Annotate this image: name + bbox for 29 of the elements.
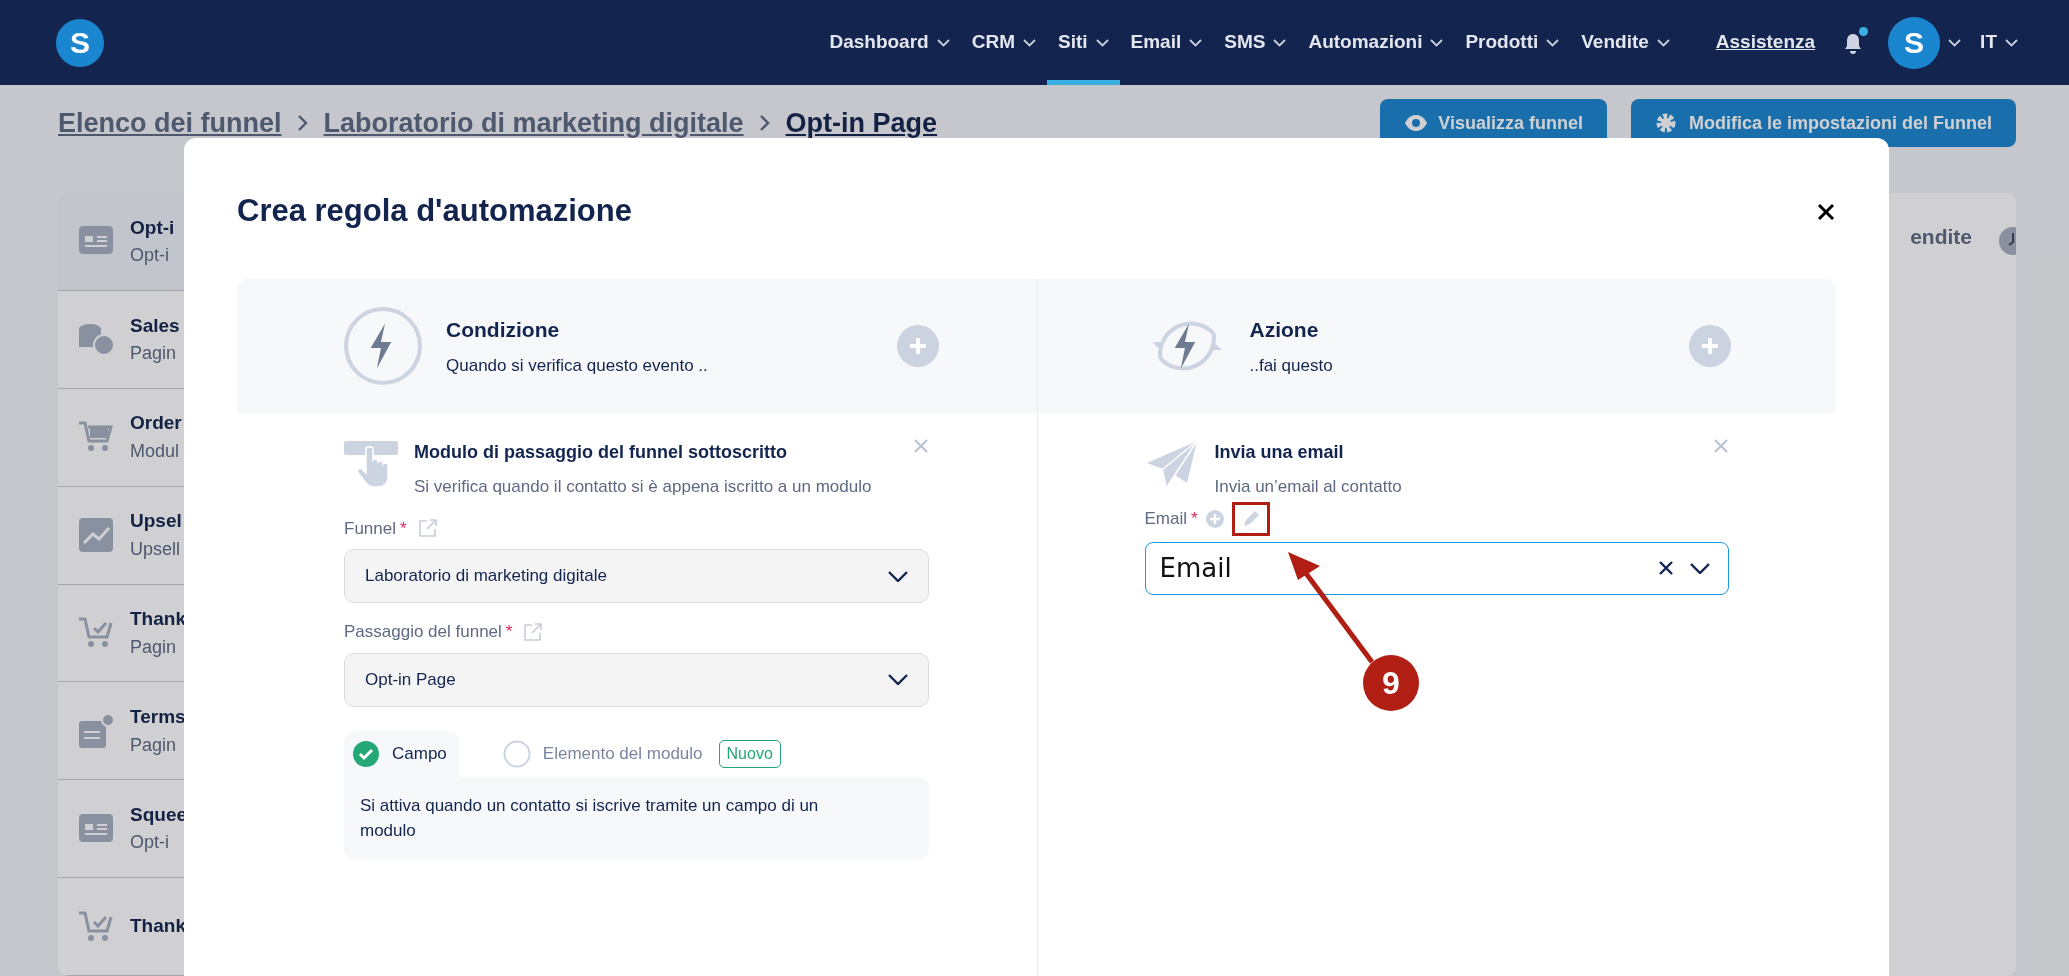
step-subtitle: Pagin bbox=[130, 733, 178, 757]
column-title: Condizione bbox=[446, 316, 561, 343]
field-label: Passaggio del funnel * bbox=[344, 621, 513, 644]
step-title: Squee bbox=[130, 802, 188, 827]
item-description: Si verifica quando il contatto si è appena iscritto a un modulo bbox=[414, 476, 873, 499]
step-subtitle: Upsell bbox=[130, 537, 182, 561]
step-subtitle: Modul bbox=[130, 439, 181, 463]
step-title: Upsel bbox=[130, 509, 182, 534]
step-title: Thank bbox=[130, 607, 186, 632]
column-subtitle: ..fai questo bbox=[1249, 355, 1333, 378]
item-title: Invia una email bbox=[1214, 441, 1345, 465]
item-description: Invia un’email al contatto bbox=[1214, 476, 1403, 499]
step-subtitle: Pagin bbox=[130, 342, 178, 366]
modal-title: Crea regola d'automazione bbox=[237, 192, 632, 230]
column-title: Azione bbox=[1249, 316, 1320, 343]
step-subtitle: Opt-i bbox=[130, 244, 170, 268]
item-title: Modulo di passaggio del funnel sottoscritto bbox=[414, 441, 788, 465]
step-title: Thank bbox=[130, 914, 186, 939]
step-title: Order bbox=[130, 411, 182, 436]
field-label: Funnel * bbox=[344, 517, 407, 540]
step-subtitle: Pagin bbox=[130, 635, 178, 659]
column-subtitle: Quando si verifica questo evento .. bbox=[446, 355, 708, 378]
step-title: Terms bbox=[130, 705, 186, 730]
step-title: Opt-i bbox=[130, 215, 175, 240]
new-badge: Nuovo bbox=[718, 739, 781, 768]
step-title: Sales bbox=[130, 313, 180, 338]
step-subtitle: Opt-i bbox=[130, 831, 170, 855]
field-label: Email * bbox=[1144, 507, 1198, 530]
option-description: Si attiva quando un contatto si iscrive tramite un campo di un modulo bbox=[344, 776, 929, 860]
